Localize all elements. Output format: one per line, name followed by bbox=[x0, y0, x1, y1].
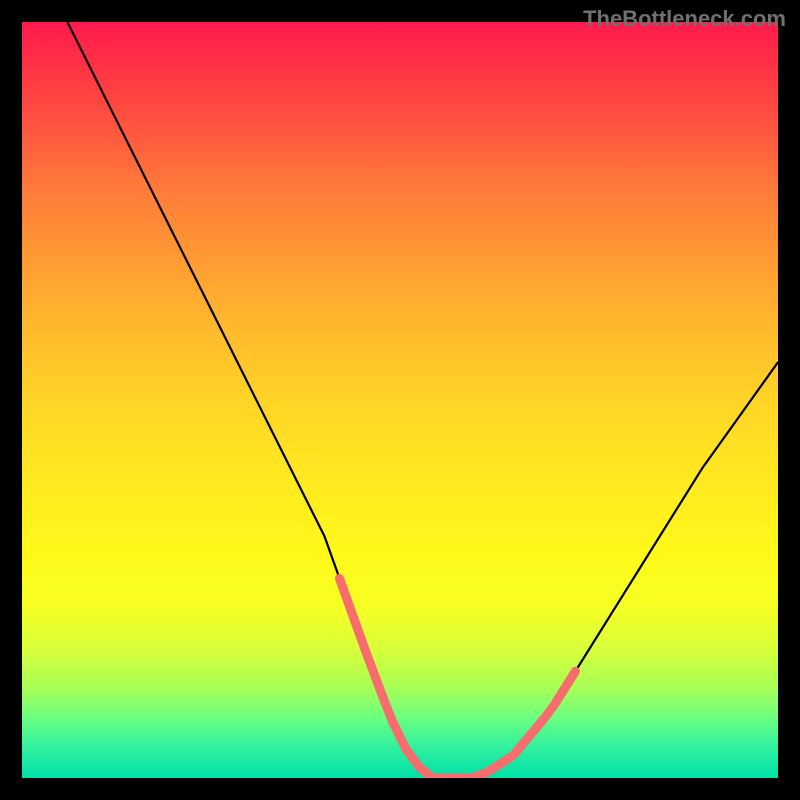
chart-plot-area bbox=[22, 22, 778, 778]
curve-main bbox=[67, 22, 778, 778]
highlight-dash bbox=[535, 719, 544, 730]
watermark-text: TheBottleneck.com bbox=[583, 6, 786, 32]
highlight-dash bbox=[556, 688, 565, 703]
bottleneck-curve-svg bbox=[22, 22, 778, 778]
highlight-dash bbox=[566, 671, 575, 686]
curve-highlight-markers bbox=[340, 578, 576, 778]
highlight-dash bbox=[545, 705, 554, 717]
